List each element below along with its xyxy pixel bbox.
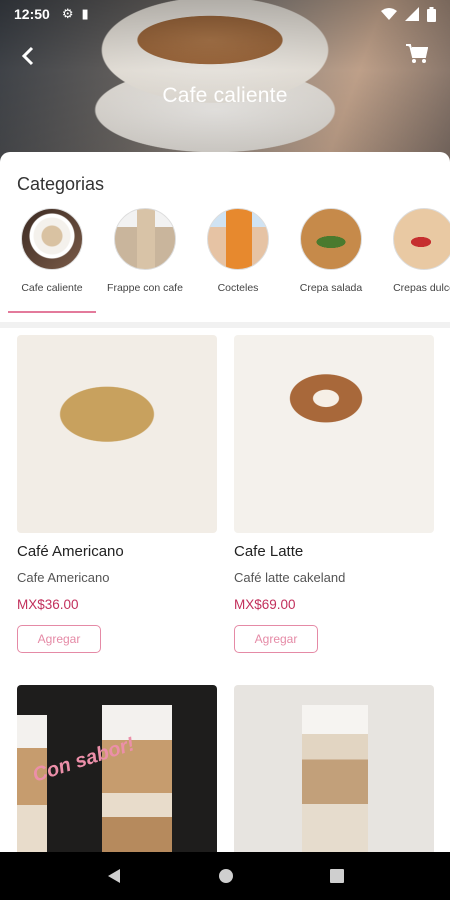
cart-button[interactable] <box>406 44 434 68</box>
category-image <box>21 208 83 270</box>
product-image <box>234 335 434 533</box>
product-card[interactable] <box>234 685 434 852</box>
product-price: MX$69.00 <box>234 597 296 612</box>
product-image-caption: Con sabor! <box>30 733 138 787</box>
content-sheet: Categorias Cafe caliente Frappe con cafe… <box>0 152 450 852</box>
cart-icon <box>406 44 429 63</box>
category-label: Cafe caliente <box>21 282 83 294</box>
signal-icon <box>405 6 419 21</box>
product-card[interactable]: Café Americano Cafe Americano MX$36.00 A… <box>17 335 217 653</box>
category-item-crepas-dulce[interactable]: Crepas dulce <box>378 208 450 294</box>
selected-category-indicator <box>8 311 96 313</box>
product-card[interactable]: Cafe Latte Café latte cakeland MX$69.00 … <box>234 335 434 653</box>
category-label: Crepas dulce <box>393 282 450 294</box>
product-description: Cafe Americano <box>17 570 110 585</box>
home-circle-icon[interactable] <box>218 868 234 884</box>
category-label: Crepa salada <box>299 282 363 294</box>
category-image <box>300 208 362 270</box>
product-image <box>234 685 434 852</box>
battery-icon <box>427 6 436 22</box>
category-label: Cocteles <box>217 282 259 294</box>
section-divider <box>0 322 450 328</box>
back-button[interactable] <box>14 42 42 70</box>
category-image <box>114 208 176 270</box>
product-image: Con sabor! <box>17 685 217 852</box>
category-list: Cafe caliente Frappe con cafe Cocteles C… <box>0 208 450 318</box>
add-to-cart-button[interactable]: Agregar <box>234 625 318 653</box>
category-item-cocteles[interactable]: Cocteles <box>192 208 284 294</box>
category-item-cafe-caliente[interactable]: Cafe caliente <box>6 208 98 294</box>
back-triangle-icon[interactable] <box>106 868 122 884</box>
status-time: 12:50 <box>14 6 50 22</box>
wifi-icon <box>381 7 397 20</box>
system-navigation-bar <box>0 852 450 900</box>
product-image <box>17 335 217 533</box>
category-item-frappe-con-cafe[interactable]: Frappe con cafe <box>99 208 191 294</box>
sd-card-icon: ▮ <box>81 6 89 21</box>
gear-icon: ⚙ <box>61 6 74 21</box>
category-label: Frappe con cafe <box>107 282 183 294</box>
category-image <box>207 208 269 270</box>
recents-square-icon[interactable] <box>330 869 344 883</box>
category-image <box>393 208 450 270</box>
status-bar: 12:50 ⚙ ▮ <box>0 0 450 28</box>
product-description: Café latte cakeland <box>234 570 346 585</box>
add-to-cart-button[interactable]: Agregar <box>17 625 101 653</box>
categories-heading: Categorias <box>17 174 105 194</box>
category-item-crepa-salada[interactable]: Crepa salada <box>285 208 377 294</box>
product-card[interactable]: Con sabor! <box>17 685 217 852</box>
product-name: Cafe Latte <box>234 543 304 560</box>
page-title: Cafe caliente <box>162 84 288 107</box>
product-price: MX$36.00 <box>17 597 79 612</box>
product-name: Café Americano <box>17 543 124 560</box>
arrow-left-icon <box>21 46 34 66</box>
